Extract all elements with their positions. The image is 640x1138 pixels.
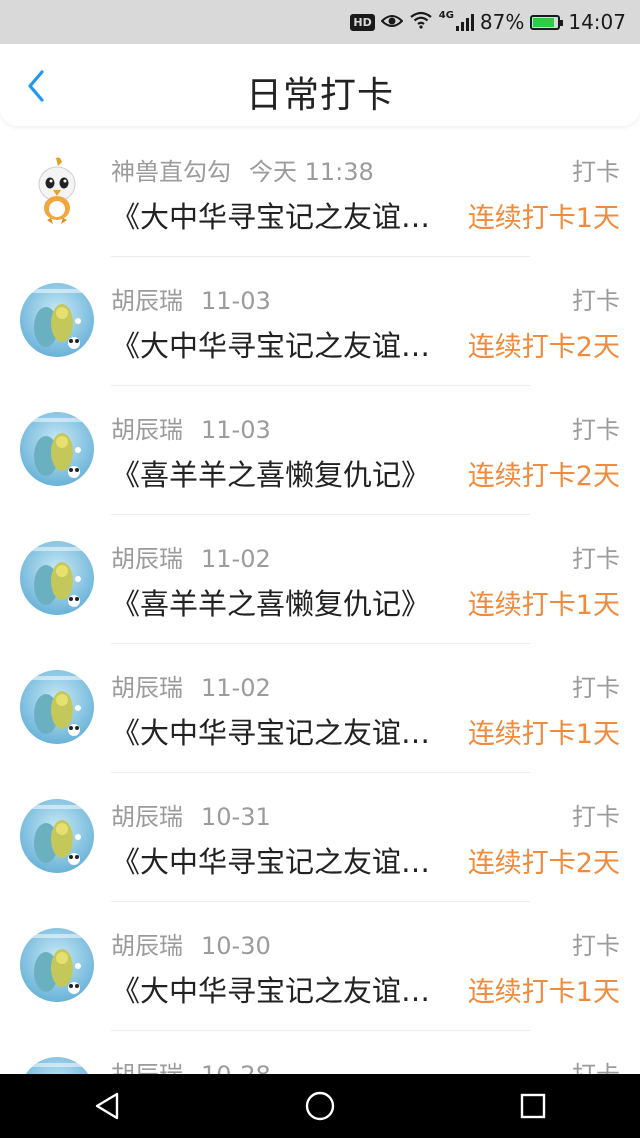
streak-label: 连续打卡2天 — [467, 461, 620, 492]
checkin-tag: 打卡 — [572, 158, 620, 186]
nav-home-button[interactable] — [280, 1074, 360, 1138]
avatar[interactable] — [20, 541, 94, 615]
timestamp: 11-03 — [201, 416, 271, 444]
book-title: 《大中华寻宝记之友谊… — [111, 845, 431, 879]
circle-home-icon — [305, 1091, 335, 1121]
avatar[interactable] — [20, 928, 94, 1002]
wifi-icon — [409, 10, 433, 34]
checkin-item[interactable]: 胡辰瑞 11-02 打卡《喜羊羊之喜懒复仇记》 连续打卡1天 — [0, 515, 640, 644]
streak-label: 连续打卡2天 — [467, 332, 620, 363]
battery-percent: 87% — [479, 10, 525, 34]
avatar[interactable] — [20, 283, 94, 357]
battery-icon — [530, 14, 564, 30]
checkin-item[interactable]: 胡辰瑞 10-31 打卡《大中华寻宝记之友谊… 连续打卡2天 — [0, 773, 640, 902]
network-type: 4G — [438, 9, 454, 21]
meta-line: 胡辰瑞 11-03 — [111, 281, 271, 316]
meta-line: 胡辰瑞 10-28 — [111, 1055, 271, 1074]
book-title: 《喜羊羊之喜懒复仇记》 — [111, 458, 431, 492]
user-name: 胡辰瑞 — [111, 545, 183, 573]
streak-label: 连续打卡1天 — [467, 719, 620, 750]
square-recents-icon — [521, 1093, 546, 1119]
timestamp: 10-31 — [201, 803, 271, 831]
streak-label: 连续打卡1天 — [467, 590, 620, 621]
user-name: 胡辰瑞 — [111, 674, 183, 702]
checkin-tag: 打卡 — [572, 803, 620, 831]
user-name: 胡辰瑞 — [111, 803, 183, 831]
checkin-item[interactable]: 胡辰瑞 10-28 打卡 — [0, 1031, 640, 1074]
timestamp: 今天 11:38 — [249, 158, 374, 186]
app-header: 日常打卡 — [0, 44, 640, 126]
book-title: 《大中华寻宝记之友谊… — [111, 329, 431, 363]
user-name: 胡辰瑞 — [111, 416, 183, 444]
avatar[interactable] — [20, 154, 94, 228]
user-name: 胡辰瑞 — [111, 1061, 183, 1074]
book-title: 《大中华寻宝记之友谊… — [111, 974, 431, 1008]
checkin-tag: 打卡 — [572, 932, 620, 960]
status-bar: HD 4G 87% 14:07 — [0, 0, 640, 44]
timestamp: 11-02 — [201, 545, 271, 573]
checkin-item[interactable]: 胡辰瑞 10-30 打卡《大中华寻宝记之友谊… 连续打卡1天 — [0, 902, 640, 1031]
user-name: 胡辰瑞 — [111, 932, 183, 960]
signal-icon — [455, 13, 474, 31]
streak-label: 连续打卡2天 — [467, 848, 620, 879]
triangle-back-icon — [95, 1092, 118, 1120]
meta-line: 神兽直勾勾 今天 11:38 — [111, 152, 374, 187]
meta-line: 胡辰瑞 11-02 — [111, 539, 271, 574]
checkin-tag: 打卡 — [572, 674, 620, 702]
checkin-tag: 打卡 — [572, 545, 620, 573]
meta-line: 胡辰瑞 10-31 — [111, 797, 271, 832]
streak-label: 连续打卡1天 — [467, 977, 620, 1008]
avatar[interactable] — [20, 1057, 94, 1074]
timestamp: 10-30 — [201, 932, 271, 960]
meta-line: 胡辰瑞 11-02 — [111, 668, 271, 703]
timestamp: 11-02 — [201, 674, 271, 702]
streak-label: 连续打卡1天 — [467, 203, 620, 234]
hd-indicator: HD — [350, 13, 375, 31]
book-title: 《大中华寻宝记之友谊… — [111, 716, 431, 750]
user-name: 神兽直勾勾 — [111, 158, 231, 186]
checkin-item[interactable]: 胡辰瑞 11-03 打卡《喜羊羊之喜懒复仇记》 连续打卡2天 — [0, 386, 640, 515]
nav-back-button[interactable] — [67, 1074, 147, 1138]
clock: 14:07 — [568, 10, 626, 34]
book-title: 《大中华寻宝记之友谊… — [111, 200, 431, 234]
page-title: 日常打卡 — [245, 75, 394, 116]
meta-line: 胡辰瑞 10-30 — [111, 926, 271, 961]
book-title: 《喜羊羊之喜懒复仇记》 — [111, 587, 431, 621]
checkin-tag: 打卡 — [572, 416, 620, 444]
avatar[interactable] — [20, 799, 94, 873]
checkin-list[interactable]: 神兽直勾勾 今天 11:38 打卡 《大中华寻宝记之友谊… 连续打卡1天 胡辰瑞 11-03… — [0, 128, 640, 1074]
meta-line: 胡辰瑞 11-03 — [111, 410, 271, 445]
avatar[interactable] — [20, 412, 94, 486]
user-name: 胡辰瑞 — [111, 287, 183, 315]
checkin-tag: 打卡 — [572, 287, 620, 315]
system-nav-bar — [0, 1074, 640, 1138]
checkin-tag: 打卡 — [572, 1055, 620, 1074]
checkin-item[interactable]: 胡辰瑞 11-02 打卡《大中华寻宝记之友谊… 连续打卡1天 — [0, 644, 640, 773]
eye-comfort-icon — [380, 10, 404, 34]
avatar[interactable] — [20, 670, 94, 744]
timestamp: 10-28 — [201, 1061, 271, 1074]
checkin-item[interactable]: 胡辰瑞 11-03 打卡《大中华寻宝记之友谊… 连续打卡2天 — [0, 257, 640, 386]
timestamp: 11-03 — [201, 287, 271, 315]
nav-recents-button[interactable] — [493, 1074, 573, 1138]
checkin-item[interactable]: 神兽直勾勾 今天 11:38 打卡《大中华寻宝记之友谊… 连续打卡1天 — [0, 128, 640, 257]
